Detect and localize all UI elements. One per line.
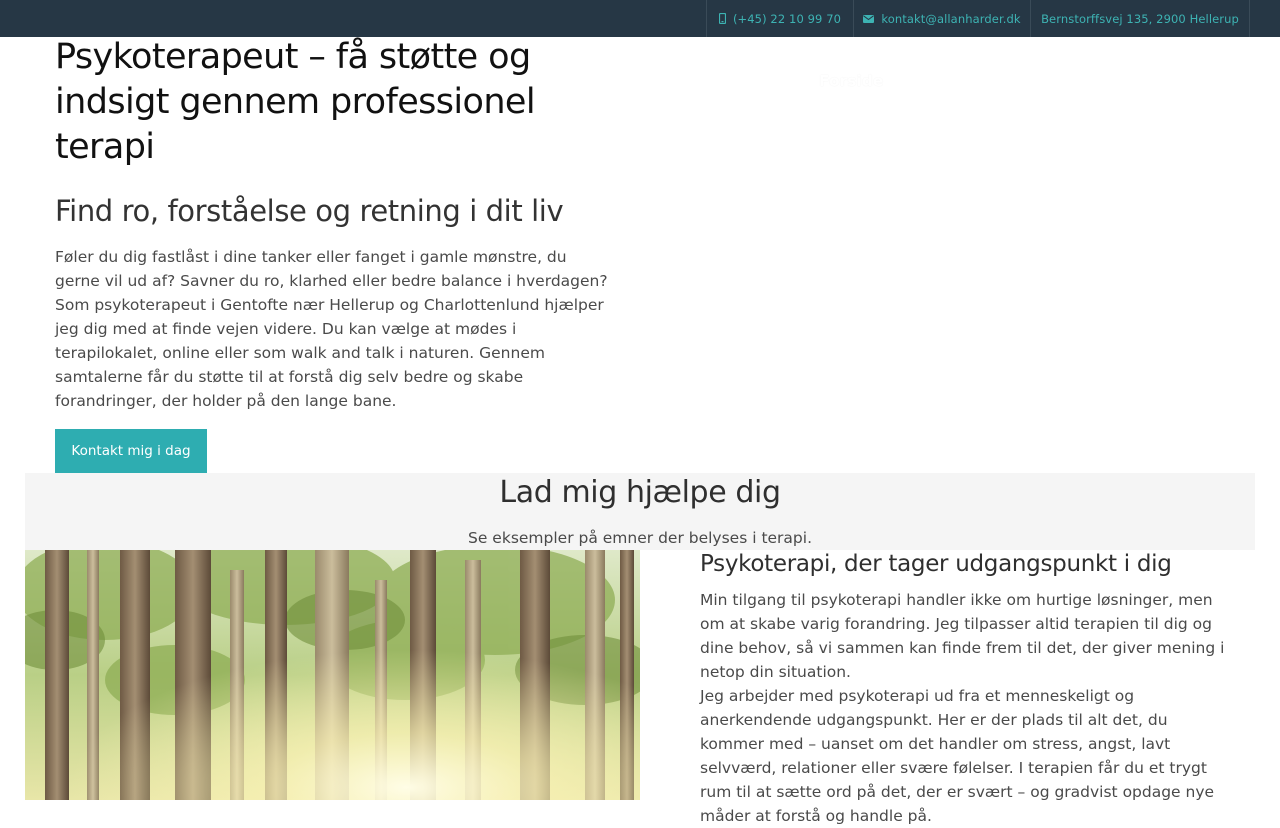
phone-number: (+45) 22 10 99 70 xyxy=(732,11,842,26)
top-contact-bar: (+45) 22 10 99 70 kontakt@allanharder.dk… xyxy=(0,0,1280,37)
email-link[interactable]: kontakt@allanharder.dk xyxy=(853,0,1030,37)
mobile-phone-icon xyxy=(718,13,726,24)
therapy-paragraph-2: Jeg arbejder med psykoterapi ud fra et m… xyxy=(700,687,1215,825)
phone-link[interactable]: (+45) 22 10 99 70 xyxy=(706,0,853,37)
forest-image xyxy=(25,550,640,800)
address-text: Bernstorffsvej 135, 2900 Hellerup xyxy=(1041,11,1239,26)
page-title: Psykoterapeut – få støtte og indsigt gen… xyxy=(55,37,536,167)
email-address: kontakt@allanharder.dk xyxy=(881,11,1021,26)
help-subtitle: Se eksempler på emner der belyses i tera… xyxy=(468,529,812,547)
therapy-title: Psykoterapi, der tager udgangspunkt i di… xyxy=(700,551,1172,577)
address-link[interactable]: Bernstorffsvej 135, 2900 Hellerup xyxy=(1030,0,1250,37)
envelope-icon xyxy=(863,14,875,23)
hero-text: Føler du dig fastlåst i dine tanker elle… xyxy=(55,248,608,410)
nav-item-forside[interactable]: Forside xyxy=(819,72,883,90)
contact-button[interactable]: Kontakt mig i dag xyxy=(55,429,207,473)
help-title: Lad mig hjælpe dig xyxy=(499,475,781,510)
hero-subtitle: Find ro, forståelse og retning i dit liv xyxy=(55,194,564,228)
therapy-text: Min tilgang til psykoterapi handler ikke… xyxy=(700,588,1230,828)
therapy-paragraph-1: Min tilgang til psykoterapi handler ikke… xyxy=(700,591,1225,681)
